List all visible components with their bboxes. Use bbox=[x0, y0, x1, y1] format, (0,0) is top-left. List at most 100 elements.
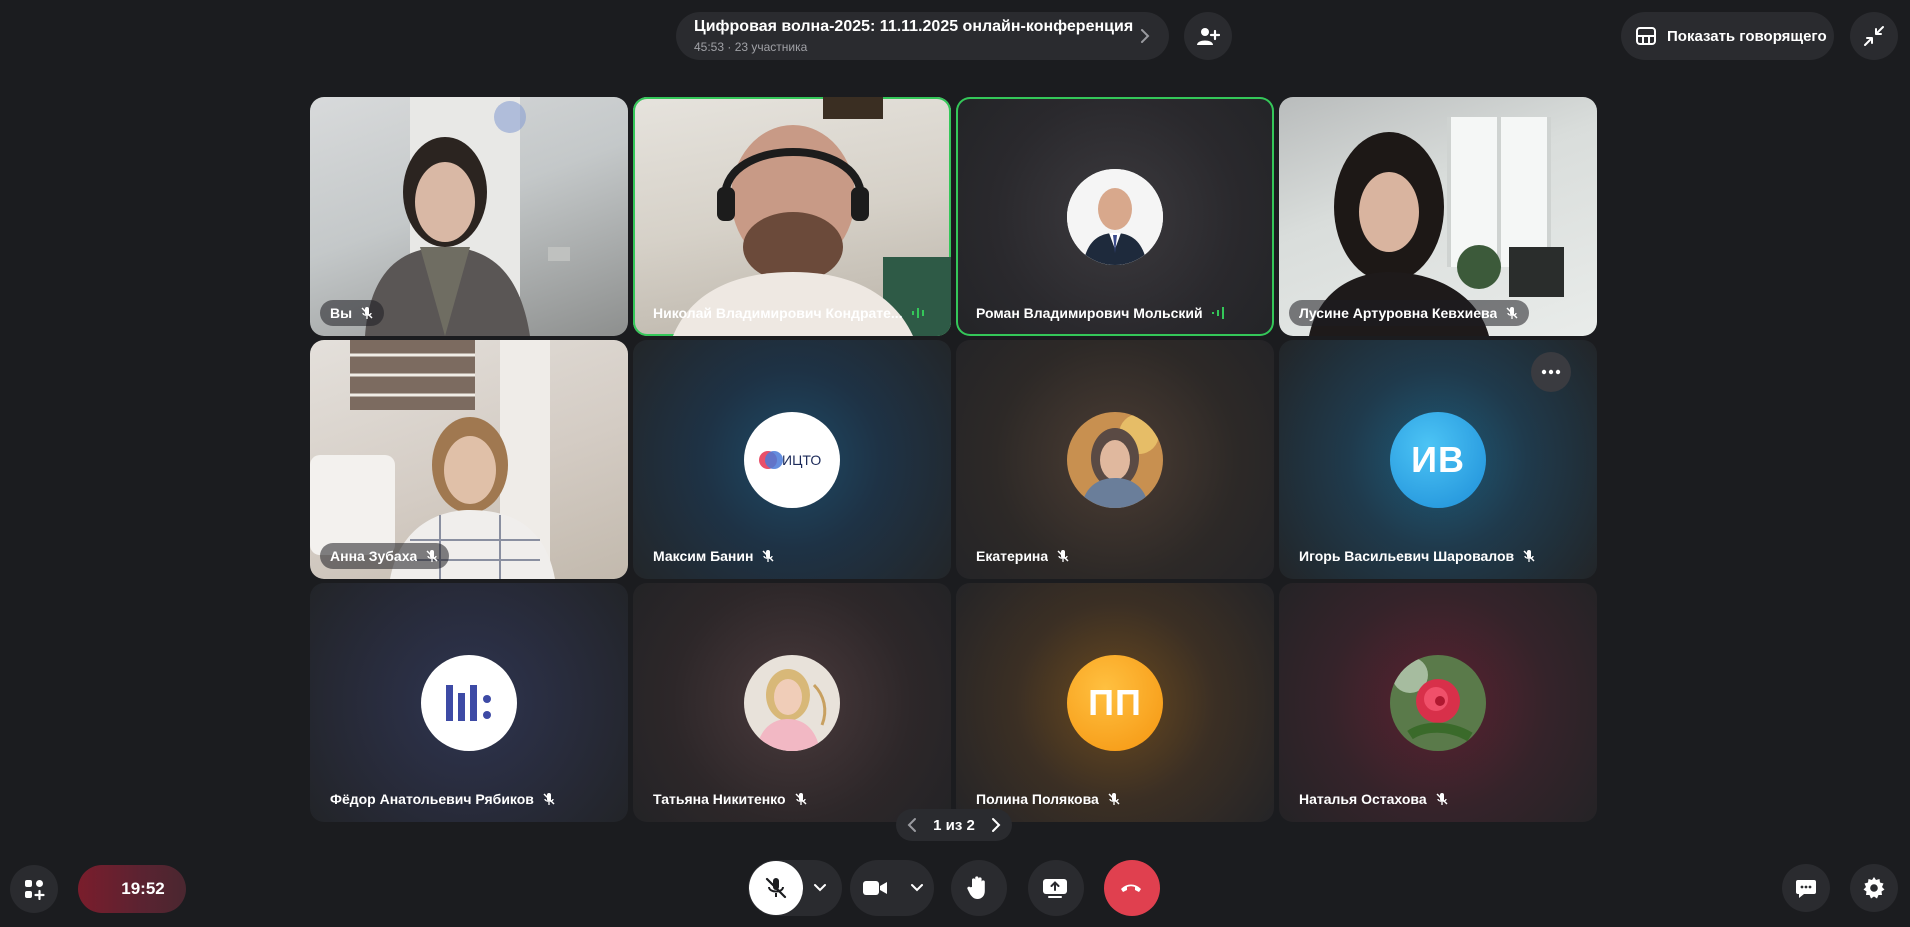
participant-name: Игорь Васильевич Шаровалов bbox=[1299, 548, 1515, 564]
end-call-icon bbox=[1121, 884, 1141, 892]
avatar: ИЦТО bbox=[744, 411, 840, 508]
avatar bbox=[1067, 411, 1163, 508]
timer-value: 19:52 bbox=[121, 879, 165, 898]
participant-name-tag: Николай Владимирович Кондрате... bbox=[643, 300, 935, 326]
participant-name-tag: Наталья Остахова bbox=[1289, 786, 1459, 812]
icto-logo: ИЦТО bbox=[759, 450, 821, 469]
add-participant-button[interactable] bbox=[1184, 12, 1232, 60]
avatar bbox=[421, 654, 517, 751]
chat-button[interactable] bbox=[1782, 864, 1830, 912]
mic-off-icon bbox=[361, 307, 373, 319]
chevron-left-icon[interactable] bbox=[906, 817, 918, 833]
camera-options-button[interactable] bbox=[900, 883, 934, 893]
apps-icon bbox=[25, 880, 45, 900]
participant-name: Татьяна Никитенко bbox=[653, 791, 786, 807]
more-options-button[interactable] bbox=[1531, 352, 1571, 392]
mic-off-icon bbox=[1436, 793, 1448, 805]
avatar bbox=[1390, 654, 1486, 751]
participant-name: Наталья Остахова bbox=[1299, 791, 1427, 807]
mic-off-icon bbox=[1523, 550, 1535, 562]
mic-control-group bbox=[748, 860, 842, 916]
camera-control-group bbox=[850, 860, 934, 916]
participant-name: Полина Полякова bbox=[976, 791, 1099, 807]
conference-title-bar[interactable]: Цифровая волна-2025: 11.11.2025 онлайн-к… bbox=[676, 12, 1169, 60]
participant-tile[interactable]: Наталья Остахова bbox=[1279, 583, 1597, 822]
camera-button[interactable] bbox=[850, 861, 900, 915]
participant-tile[interactable]: Вы bbox=[310, 97, 628, 336]
participant-name-tag: Вы bbox=[320, 300, 385, 326]
participant-tile[interactable]: ПП Полина Полякова bbox=[956, 583, 1274, 822]
participant-tile[interactable]: Фёдор Анатольевич Рябиков bbox=[310, 583, 628, 822]
raise-hand-button[interactable] bbox=[951, 860, 1007, 916]
mic-off-icon bbox=[426, 550, 438, 562]
speaking-indicator-icon bbox=[1211, 307, 1224, 319]
participant-name-tag: Максим Банин bbox=[643, 543, 785, 569]
hand-icon bbox=[967, 876, 985, 899]
chevron-right-icon bbox=[1141, 29, 1150, 43]
camera-icon bbox=[863, 881, 887, 895]
participant-name: Лусине Артуровна Кевхиева bbox=[1299, 305, 1498, 321]
participant-tile[interactable]: Татьяна Никитенко bbox=[633, 583, 951, 822]
mic-options-button[interactable] bbox=[803, 883, 837, 893]
page-indicator: 1 из 2 bbox=[933, 816, 975, 834]
participant-name: Екатерина bbox=[976, 548, 1049, 564]
show-speaker-label: Показать говорящего bbox=[1667, 27, 1827, 45]
participant-name-tag: Екатерина bbox=[966, 543, 1080, 569]
avatar: ИВ bbox=[1390, 411, 1486, 508]
avatar-initials: ИВ bbox=[1411, 438, 1465, 480]
settings-button[interactable] bbox=[1850, 864, 1898, 912]
avatar bbox=[1067, 168, 1163, 265]
participant-name-tag: Игорь Васильевич Шаровалов bbox=[1289, 543, 1546, 569]
settings-icon bbox=[1863, 877, 1885, 899]
collapse-icon bbox=[1864, 26, 1884, 46]
participant-name: Роман Владимирович Мольский bbox=[976, 305, 1203, 321]
avatar-photo bbox=[744, 654, 840, 751]
screen-share-icon-wrap bbox=[1028, 861, 1082, 915]
page-switcher: 1 из 2 bbox=[896, 809, 1012, 841]
mic-off-icon bbox=[765, 877, 787, 899]
speaking-indicator-icon bbox=[911, 308, 924, 318]
participant-name-tag: Татьяна Никитенко bbox=[643, 786, 818, 812]
participant-tile[interactable]: Екатерина bbox=[956, 340, 1274, 579]
participant-name: Анна Зубаха bbox=[330, 548, 418, 564]
participant-name: Николай Владимирович Кондрате... bbox=[653, 305, 903, 321]
mic-off-icon bbox=[762, 550, 774, 562]
participant-tile[interactable]: ИВ Игорь Васильевич Шаровалов bbox=[1279, 340, 1597, 579]
conference-title: Цифровая волна-2025: 11.11.2025 онлайн-к… bbox=[694, 18, 1134, 35]
chat-icon bbox=[1796, 880, 1816, 898]
participant-name-tag: Роман Владимирович Мольский bbox=[966, 300, 1235, 326]
end-call-button[interactable] bbox=[1104, 860, 1160, 916]
apps-button[interactable] bbox=[10, 865, 58, 913]
screen-share-icon bbox=[1043, 879, 1067, 898]
participant-tile[interactable]: ИЦТО Максим Банин bbox=[633, 340, 951, 579]
chevron-right-icon[interactable] bbox=[990, 817, 1002, 833]
mic-off-icon bbox=[1506, 307, 1518, 319]
avatar bbox=[744, 654, 840, 751]
screen-share-button[interactable] bbox=[1028, 860, 1084, 916]
participant-tile[interactable]: Лусине Артуровна Кевхиева bbox=[1279, 97, 1597, 336]
conference-meta: 45:53 · 23 участника bbox=[694, 40, 808, 54]
avatar-photo bbox=[1390, 654, 1486, 751]
show-speaker-button[interactable]: Показать говорящего bbox=[1621, 12, 1834, 60]
end-call-icon-wrap bbox=[1104, 861, 1158, 915]
bars-logo bbox=[446, 684, 491, 721]
participant-name: Вы bbox=[330, 305, 353, 321]
chevron-down-icon bbox=[814, 884, 826, 892]
conference-app: Цифровая волна-2025: 11.11.2025 онлайн-к… bbox=[0, 0, 1910, 927]
raise-hand-icon-wrap bbox=[951, 861, 1005, 915]
layout-icon bbox=[1636, 27, 1656, 45]
add-user-icon bbox=[1197, 28, 1220, 45]
mic-off-icon bbox=[543, 793, 555, 805]
mic-button[interactable] bbox=[749, 861, 803, 915]
avatar-initials: ПП bbox=[1088, 681, 1142, 723]
participant-tile[interactable]: Роман Владимирович Мольский bbox=[956, 97, 1274, 336]
participant-tile[interactable]: Николай Владимирович Кондрате... bbox=[633, 97, 951, 336]
avatar-photo bbox=[1067, 411, 1163, 508]
avatar-photo bbox=[1067, 168, 1163, 265]
participant-tile[interactable]: Анна Зубаха bbox=[310, 340, 628, 579]
collapse-button[interactable] bbox=[1850, 12, 1898, 60]
chevron-down-icon bbox=[911, 884, 923, 892]
avatar: ПП bbox=[1067, 654, 1163, 751]
mic-off-icon bbox=[795, 793, 807, 805]
participant-name-tag: Анна Зубаха bbox=[320, 543, 450, 569]
